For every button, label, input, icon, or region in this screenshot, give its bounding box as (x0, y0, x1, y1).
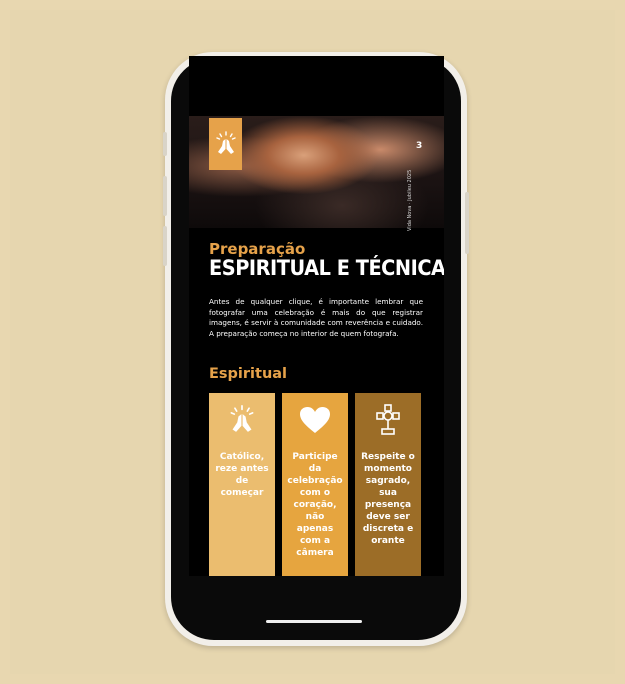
card-text: Respeite o momento sagrado, sua presença… (361, 452, 415, 546)
phone-screen[interactable]: 3 Vida Nova · Jubileu 2025 Preparação ES… (189, 56, 444, 576)
hero-page-number: 3 (416, 141, 423, 151)
intro-paragraph: Antes de qualquer clique, é importante l… (209, 297, 423, 338)
hero-badge (209, 118, 242, 170)
cross-icon (376, 404, 400, 435)
page-title: ESPIRITUAL E TÉCNICA (209, 256, 444, 280)
card-text: Participe da celebração com o coração, n… (287, 452, 343, 558)
phone-side-button-left-2 (163, 176, 167, 216)
phone-side-button-left-1 (163, 132, 167, 156)
section-heading: Espiritual (209, 366, 288, 382)
hero-photo-credit: Vida Nova · Jubileu 2025 (407, 169, 413, 231)
heart-icon (300, 407, 330, 433)
praying-hands-icon (230, 404, 254, 432)
cards-row: Católico, reze antes de começar Particip… (209, 393, 422, 576)
card-heart: Participe da celebração com o coração, n… (282, 393, 348, 576)
praying-hands-icon (215, 131, 236, 154)
phone-side-button-left-3 (163, 226, 167, 266)
phone-side-button-right (465, 192, 469, 254)
card-cross: Respeite o momento sagrado, sua presença… (355, 393, 421, 576)
card-pray: Católico, reze antes de começar (209, 393, 275, 576)
card-text: Católico, reze antes de começar (215, 452, 269, 498)
home-indicator[interactable] (266, 620, 362, 623)
